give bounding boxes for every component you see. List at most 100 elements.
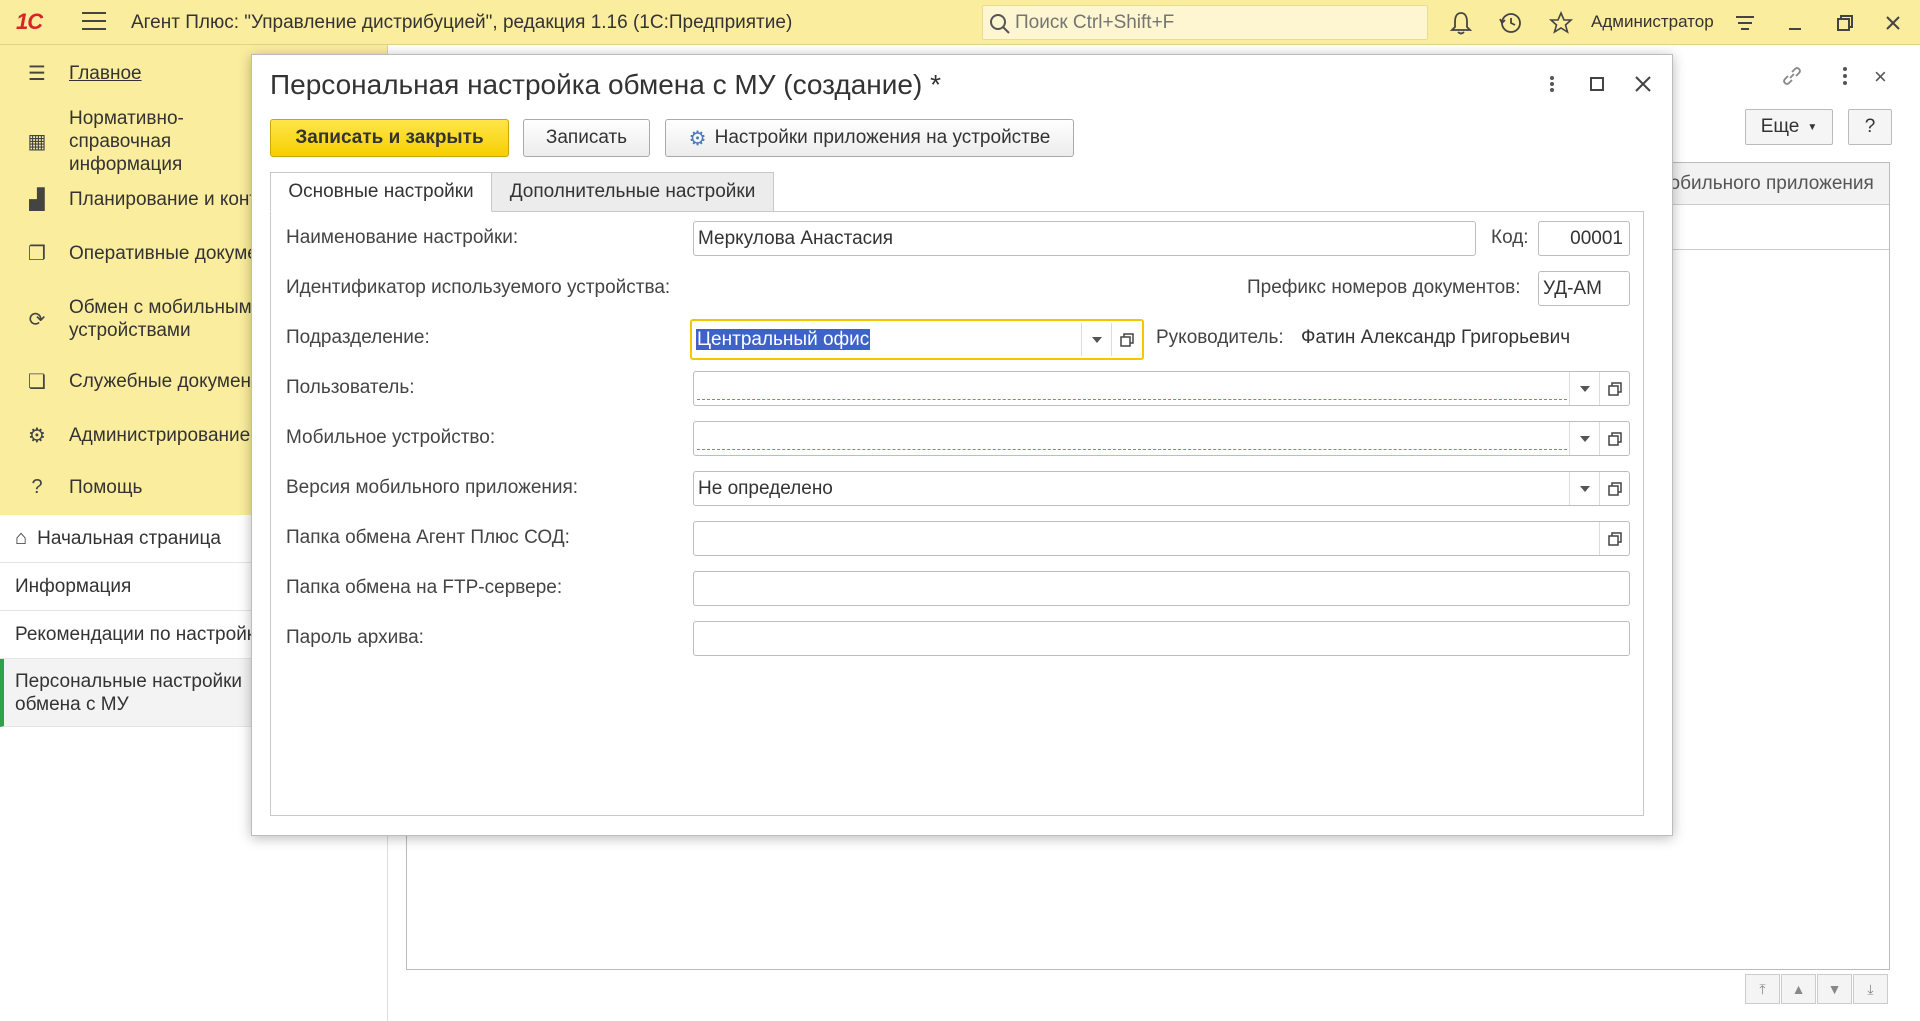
bell-icon[interactable] [1448, 10, 1474, 36]
tab-main-settings[interactable]: Основные настройки [270, 172, 492, 212]
more-vertical-icon[interactable] [1833, 64, 1857, 88]
column-header-label: Версия мобильного приложения [1655, 173, 1874, 194]
link-icon[interactable] [1780, 64, 1804, 88]
user-field[interactable] [693, 371, 1630, 406]
chevron-down-icon[interactable] [1569, 372, 1599, 405]
column-header-app-version[interactable]: Версия мобильного приложения [1655, 163, 1889, 205]
open-icon[interactable] [1599, 522, 1629, 555]
division-label: Подразделение: [286, 327, 430, 348]
personal-settings-dialog: Персональная настройка обмена с МУ (созд… [251, 54, 1673, 836]
chevron-down-icon[interactable] [1569, 472, 1599, 505]
close-icon[interactable]: × [1874, 64, 1887, 90]
close-icon[interactable] [1630, 71, 1656, 97]
global-search[interactable] [982, 5, 1428, 40]
sidebar-item-label: Главное [69, 62, 142, 84]
current-user[interactable]: Администратор [1591, 12, 1714, 32]
exchange-folder-field[interactable] [693, 521, 1630, 556]
app-version-value: Не определено [698, 478, 833, 499]
more-button[interactable]: Еще ▼ [1745, 109, 1833, 145]
open-icon[interactable] [1599, 422, 1629, 455]
division-field[interactable]: Центральный офис [690, 319, 1144, 360]
required-mark [697, 399, 1567, 400]
archive-password-label: Пароль архива: [286, 627, 424, 648]
search-input[interactable] [1015, 12, 1415, 34]
scroll-up-icon[interactable]: ▲ [1781, 974, 1816, 1004]
tab-additional-settings[interactable]: Дополнительные настройки [491, 172, 774, 212]
table-row[interactable] [1655, 206, 1889, 250]
bar-chart-icon: ▟ [29, 188, 45, 211]
open-icon[interactable] [1599, 472, 1629, 505]
save-and-close-button[interactable]: Записать и закрыть [270, 119, 509, 157]
chevron-down-icon[interactable] [1569, 422, 1599, 455]
maximize-icon[interactable] [1584, 71, 1610, 97]
close-icon[interactable] [1880, 10, 1906, 36]
code-field[interactable]: 00001 [1538, 221, 1630, 256]
home-icon: ⌂ [15, 527, 28, 549]
sidebar-item-label: Помощь [69, 476, 143, 498]
name-label: Наименование настройки: [286, 227, 519, 248]
app-title: Агент Плюс: "Управление дистрибуцией", р… [131, 12, 793, 33]
app-version-label: Версия мобильного приложения: [286, 477, 579, 498]
sidebar-item-label: Нормативно-справочная информация [69, 107, 184, 175]
grid-icon: ▦ [27, 130, 47, 153]
code-value: 00001 [1570, 228, 1623, 249]
code-label: Код: [1491, 227, 1529, 248]
name-value: Меркулова Анастасия [698, 228, 894, 249]
window-item-label: Информация [15, 576, 132, 597]
device-settings-button[interactable]: ⚙ Настройки приложения на устройстве [665, 119, 1074, 157]
prefix-label: Префикс номеров документов: [1247, 277, 1521, 298]
ftp-folder-label: Папка обмена на FTP-сервере: [286, 577, 563, 598]
ftp-folder-field[interactable] [693, 571, 1630, 606]
service-docs-icon: ❏ [28, 370, 46, 393]
window-item-label: Рекомендации по настройке [15, 624, 266, 645]
required-mark [697, 449, 1567, 450]
division-value-wrap: Центральный офис [696, 329, 871, 351]
main-menu-icon[interactable] [82, 12, 106, 32]
name-field[interactable]: Меркулова Анастасия [693, 221, 1476, 256]
gear-icon: ⚙ [688, 127, 707, 150]
manager-label: Руководитель: [1156, 327, 1284, 348]
app-version-field[interactable]: Не определено [693, 471, 1630, 506]
window-item-label: Персональные настройки обмена с МУ [15, 670, 243, 715]
sync-icon: ⟳ [28, 308, 46, 331]
more-button-label: Еще [1760, 116, 1800, 137]
menu-lines-icon: ☰ [28, 62, 46, 85]
main-settings-panel [270, 211, 1644, 816]
device-label: Мобильное устройство: [286, 427, 496, 448]
sidebar-item-label: Администрирование [69, 424, 251, 446]
open-icon[interactable] [1599, 372, 1629, 405]
open-icon[interactable] [1111, 323, 1141, 356]
chevron-down-icon[interactable] [1081, 323, 1111, 356]
minimize-icon[interactable] [1782, 10, 1808, 36]
history-icon[interactable] [1498, 10, 1524, 36]
search-icon [990, 14, 1010, 34]
chevron-down-icon: ▼ [1807, 121, 1818, 133]
division-value: Центральный офис [696, 329, 871, 350]
manager-value[interactable]: Фатин Александр Григорьевич [1301, 327, 1570, 349]
prefix-field[interactable]: УД-АМ [1538, 271, 1630, 306]
scroll-top-icon[interactable]: ⤒ [1745, 974, 1780, 1004]
exchange-folder-label: Папка обмена Агент Плюс СОД: [286, 527, 570, 548]
prefix-value: УД-АМ [1543, 278, 1602, 299]
sidebar-item-label: Обмен с мобильными устройствами [69, 297, 263, 341]
window-item-label: Начальная страница [37, 528, 221, 549]
sidebar-item-label: Служебные документы [69, 370, 274, 392]
scroll-down-icon[interactable]: ▼ [1817, 974, 1852, 1004]
scroll-bottom-icon[interactable]: ⤓ [1853, 974, 1888, 1004]
settings-menu-icon[interactable] [1732, 10, 1758, 36]
help-icon: ? [31, 475, 43, 498]
restore-icon[interactable] [1832, 10, 1858, 36]
device-settings-label: Настройки приложения на устройстве [714, 127, 1051, 148]
archive-password-field[interactable] [693, 621, 1630, 656]
dialog-title: Персональная настройка обмена с МУ (созд… [270, 69, 941, 100]
user-label: Пользователь: [286, 377, 415, 398]
star-icon[interactable] [1548, 10, 1574, 36]
help-button[interactable]: ? [1848, 109, 1892, 145]
save-button[interactable]: Записать [523, 119, 650, 157]
device-id-label: Идентификатор используемого устройства: [286, 277, 671, 298]
gear-icon: ⚙ [28, 424, 46, 447]
app-logo[interactable]: 1С [16, 9, 43, 35]
top-bar: 1С Агент Плюс: "Управление дистрибуцией"… [0, 0, 1920, 45]
more-vertical-icon[interactable] [1539, 71, 1565, 97]
mobile-device-field[interactable] [693, 421, 1630, 456]
